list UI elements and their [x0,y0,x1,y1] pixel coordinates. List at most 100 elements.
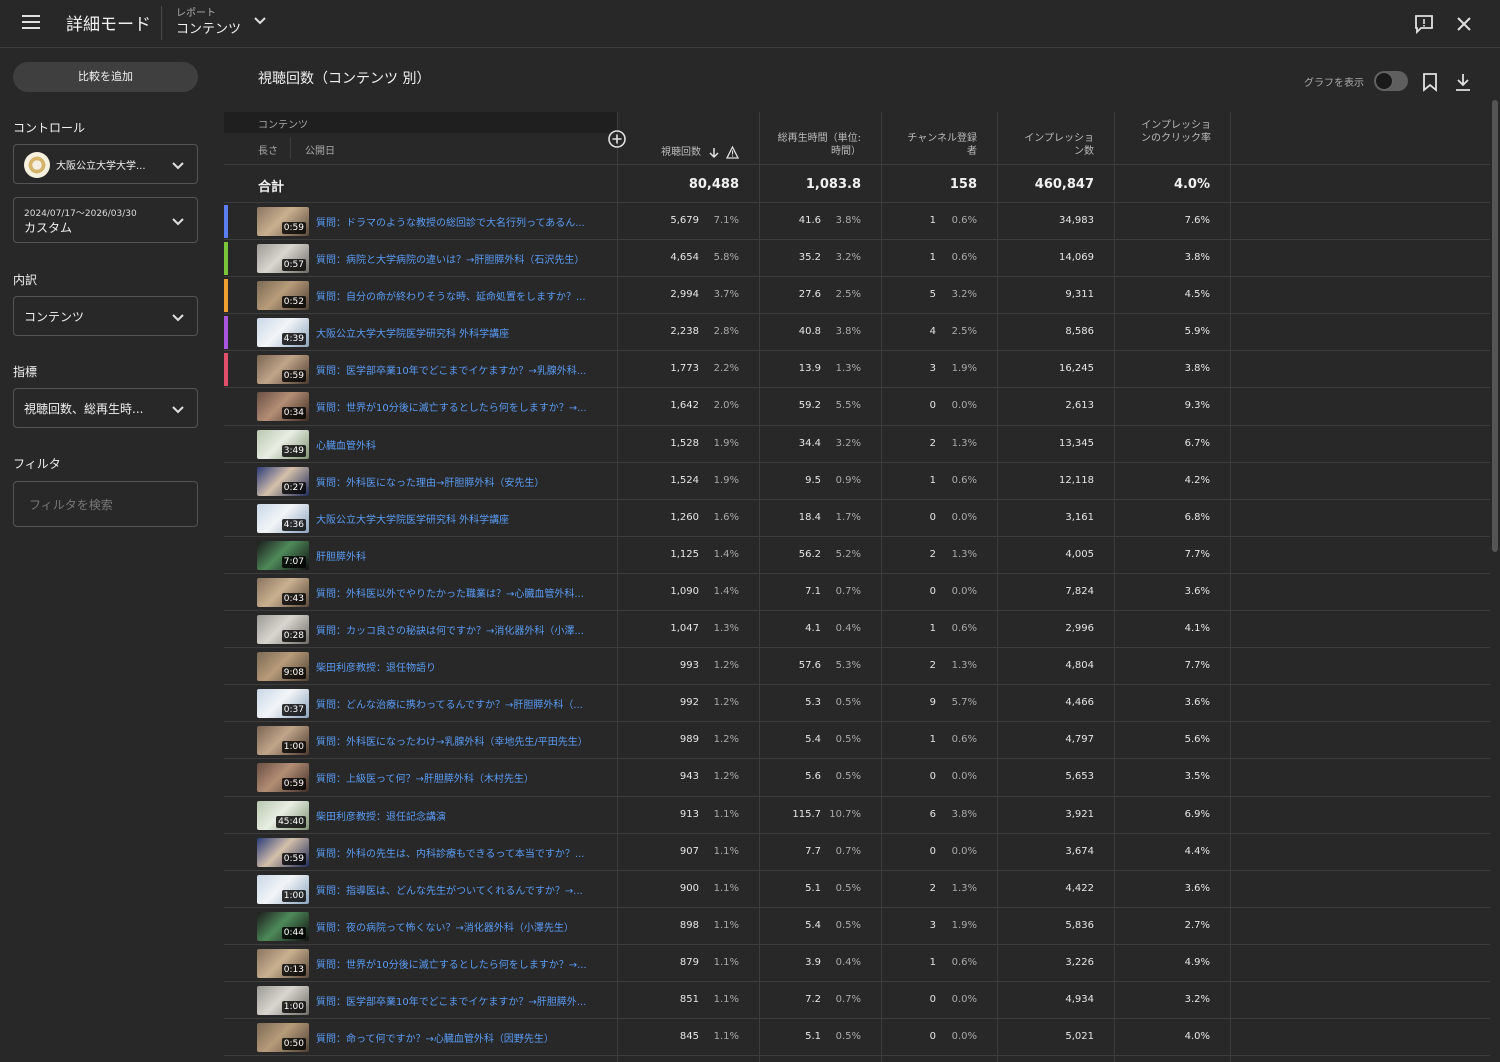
video-thumbnail[interactable]: 1:00 [257,874,309,904]
hamburger-menu-icon[interactable] [22,14,40,30]
video-thumbnail[interactable]: 0:13 [257,948,309,978]
views-percent: 1.1% [713,956,739,968]
video-title-link[interactable]: 肝胆膵外科 [316,548,608,563]
table-row[interactable]: 3:49 心臓血管外科 1,528 1.9% 34.4 3.2% 2 1.3% 13,345 6.… [224,426,1490,463]
table-row[interactable]: 0:59 質問：上級医って何？→肝胆膵外科（木村先生） 943 1.2% 5.6 0.5%… [224,759,1490,797]
video-title-link[interactable]: 大阪公立大学大学院医学研究科 外科学講座 [316,511,608,526]
video-title-link[interactable]: 質問：病院と大学病院の違いは？→肝胆膵外科（石沢先生） [316,251,608,266]
table-row[interactable]: 0:44 質問：夜の病院って怖くない？→消化器外科（小澤先生） 898 1.1% 5.4… [224,908,1490,945]
video-thumbnail[interactable]: 0:37 [257,689,309,719]
table-row[interactable]: 0:52 質問：自分の命が終わりそうな時、延命処置をしますか？... 2,994 3.… [224,277,1490,315]
table-row[interactable]: 0:57 質問：病院と大学病院の違いは？→肝胆膵外科（石沢先生） 4,654 5.8%… [224,240,1490,278]
video-thumbnail[interactable]: 0:59 [257,837,309,867]
video-title-link[interactable]: 質問：ドラマのような教授の総回診で大名行列ってあるん... [316,214,608,229]
video-thumbnail[interactable]: 0:34 [257,392,309,422]
video-thumbnail[interactable]: 4:39 [257,318,309,348]
table-row[interactable]: 0:59 質問：ドラマのような教授の総回診で大名行列ってあるん... 5,679 7.… [224,203,1490,241]
video-thumbnail[interactable]: 0:28 [257,615,309,645]
column-header-impressions[interactable]: インプレッション数 [1024,132,1094,158]
video-thumbnail[interactable]: 9:08 [257,652,309,682]
breakdown-selector[interactable]: コンテンツ [13,296,198,336]
table-row[interactable]: 0:28 質問：カッコ良さの秘訣は何ですか？→消化器外科（小澤... 1,047 1.… [224,611,1490,649]
video-title-link[interactable]: 質問：外科医以外でやりたかった職業は？→心臓血管外科... [316,585,608,600]
subscribers-value: 1 [929,252,936,264]
date-range-selector[interactable]: 2024/07/17〜2026/03/30 カスタム [13,197,198,243]
video-duration: 0:27 [281,481,306,494]
video-thumbnail[interactable]: 0:59 [257,763,309,793]
table-row[interactable]: 0:59 質問：医学部卒業10年でどこまでイケますか？→乳腺外科... 1,773 2… [224,351,1490,389]
column-header-published[interactable]: 公開日 [305,142,335,157]
column-header-views[interactable]: 視聴回数 [639,146,701,159]
sort-descending-icon[interactable] [708,147,720,159]
video-thumbnail[interactable]: 45:40 [257,800,309,830]
video-title-link[interactable]: 質問：指導医は、どんな先生がついてくれるんですか？→... [316,882,608,897]
video-title-link[interactable]: 質問：医学部卒業10年でどこまでイケますか？→肝胆膵外... [316,993,608,1008]
video-title-link[interactable]: 質問：自分の命が終わりそうな時、延命処置をしますか？... [316,288,608,303]
table-row[interactable]: 4:39 大阪公立大学大学院医学研究科 外科学講座 2,238 2.8% 40.8 3.8… [224,314,1490,352]
table-row[interactable]: 0:37 質問：どんな治療に携わってるんですか？→肝胆膵外科（... 992 1.2%… [224,685,1490,723]
scrollbar[interactable] [1492,100,1498,552]
video-title-link[interactable]: 質問：世界が10分後に滅亡するとしたら何をしますか？→... [316,399,608,414]
channel-selector[interactable]: 大阪公立大学大学... [13,144,198,184]
video-thumbnail[interactable]: 0:57 [257,244,309,274]
table-row[interactable]: 0:34 質問：世界が10分後に滅亡するとしたら何をしますか？→... 1,642 2… [224,388,1490,426]
add-column-icon[interactable] [607,129,627,149]
table-row[interactable]: 1:00 質問：指導医は、どんな先生がついてくれるんですか？→... 900 1.1%… [224,871,1490,908]
graph-toggle[interactable] [1374,71,1408,91]
video-title-link[interactable]: 質問：外科医になったわけ→乳腺外科（幸地先生/平田先生） [316,733,608,748]
table-row[interactable]: 0:13 質問：世界が10分後に滅亡するとしたら何をしますか？→... 879 1.1… [224,945,1490,982]
video-title-link[interactable]: 柴田利彦教授：退任記念講演 [316,808,608,823]
table-row[interactable]: 0:59 質問：外科の先生は、内科診療もできるって本当ですか？... 907 1.1%… [224,834,1490,871]
feedback-icon[interactable] [1413,13,1435,35]
video-thumbnail[interactable]: 7:07 [257,540,309,570]
video-thumbnail[interactable]: 1:00 [257,726,309,756]
video-title-link[interactable]: 心臓血管外科 [316,437,608,452]
table-row[interactable]: 4:36 大阪公立大学大学院医学研究科 外科学講座 1,260 1.6% 18.4 1.7… [224,500,1490,537]
close-icon[interactable] [1454,14,1474,34]
download-icon[interactable] [1454,72,1472,92]
table-row[interactable]: 0:43 質問：外科医以外でやりたかった職業は？→心臓血管外科... 1,090 1.… [224,574,1490,612]
video-thumbnail[interactable]: 0:50 [257,1023,309,1053]
ctr-value: 6.8% [1184,511,1210,523]
filter-search-input[interactable]: フィルタを検索 [13,481,198,527]
report-selector[interactable]: コンテンツ [176,18,241,37]
table-row[interactable]: 45:40 柴田利彦教授：退任記念講演 913 1.1% 115.7 10.7% 6 3.8%… [224,797,1490,834]
bookmark-icon[interactable] [1421,72,1439,92]
table-row[interactable]: 0:50 質問：命って何ですか？→心臓血管外科（因野先生） 845 1.1% 5.1 0.… [224,1019,1490,1057]
table-row[interactable]: 1:00 質問：医学部卒業10年でどこまでイケますか？→肝胆膵外... 851 1.1… [224,982,1490,1020]
table-row[interactable]: 1:00 質問：外科医になったわけ→乳腺外科（幸地先生/平田先生） 989 1.2% 5… [224,722,1490,760]
video-thumbnail[interactable]: 0:43 [257,577,309,607]
video-thumbnail[interactable]: 0:27 [257,466,309,496]
video-thumbnail[interactable]: 0:59 [257,355,309,385]
warning-icon[interactable] [726,146,739,159]
video-thumbnail[interactable]: 1:00 [257,985,309,1015]
table-row[interactable]: 9:08 柴田利彦教授：退任物語り 993 1.2% 57.6 5.3% 2 1.3% 4,80… [224,648,1490,686]
video-thumbnail[interactable]: 3:49 [257,429,309,459]
video-title-link[interactable]: 質問：世界が10分後に滅亡するとしたら何をしますか？→... [316,956,608,971]
video-title-link[interactable]: 質問：上級医って何？→肝胆膵外科（木村先生） [316,770,608,785]
video-title-link[interactable]: 質問：外科の先生は、内科診療もできるって本当ですか？... [316,845,608,860]
column-header-watch-time[interactable]: 総再生時間（単位: 時間） [776,132,861,158]
video-title-link[interactable]: 柴田利彦教授：退任物語り [316,659,608,674]
video-title-link[interactable]: 大阪公立大学大学院医学研究科 外科学講座 [316,325,608,340]
video-title-link[interactable]: 質問：どんな治療に携わってるんですか？→肝胆膵外科（... [316,696,608,711]
video-thumbnail[interactable]: 0:44 [257,911,309,941]
video-title-link[interactable]: 質問：医学部卒業10年でどこまでイケますか？→乳腺外科... [316,362,608,377]
video-title-link[interactable]: 質問：夜の病院って怖くない？→消化器外科（小澤先生） [316,919,608,934]
video-thumbnail[interactable]: 0:52 [257,281,309,311]
video-thumbnail[interactable]: 0:59 [257,207,309,236]
video-title-link[interactable]: 質問：カッコ良さの秘訣は何ですか？→消化器外科（小澤... [316,622,608,637]
video-thumbnail[interactable]: 4:36 [257,503,309,533]
video-title-link[interactable]: 質問：外科医になった理由→肝胆膵外科（安先生） [316,474,608,489]
column-header-ctr[interactable]: インプレッションのクリック率 [1139,119,1211,145]
chevron-down-icon[interactable] [252,12,268,28]
watch-time-value: 27.6 [798,289,821,301]
column-header-subscribers[interactable]: チャンネル登録者 [904,132,977,158]
table-row[interactable]: 7:07 肝胆膵外科 1,125 1.4% 56.2 5.2% 2 1.3% 4,005 7.7% [224,537,1490,574]
add-comparison-button[interactable]: 比較を追加 [13,62,198,92]
table-row[interactable]: 0:27 質問：外科医になった理由→肝胆膵外科（安先生） 1,524 1.9% 9.5 0… [224,463,1490,500]
control-label: コントロール [13,121,86,135]
video-title-link[interactable]: 質問：命って何ですか？→心臓血管外科（因野先生） [316,1030,608,1045]
column-header-length[interactable]: 長さ [258,142,278,157]
metrics-selector[interactable]: 視聴回数、総再生時... [13,388,198,428]
